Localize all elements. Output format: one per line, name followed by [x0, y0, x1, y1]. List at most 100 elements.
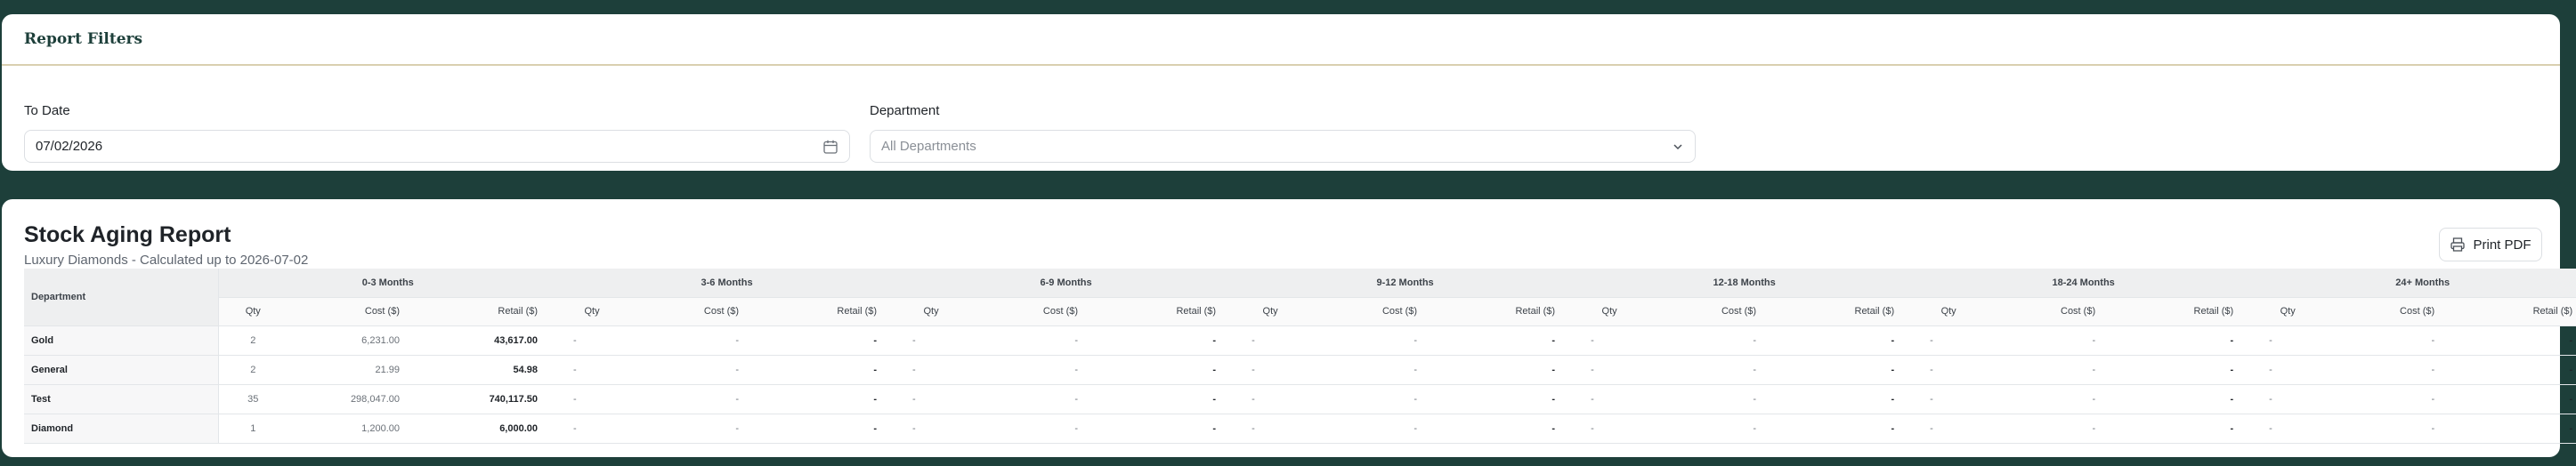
retail-column-header: Retail ($) [1776, 297, 1915, 326]
qty-column-header: Qty [896, 297, 967, 326]
retail-cell: 54.98 [419, 355, 558, 385]
retail-empty-cell: - [758, 355, 897, 385]
cost-empty-cell: - [2322, 355, 2455, 385]
cost-empty-cell: - [1644, 384, 1777, 414]
table-row: Gold 2 6,231.00 43,617.00- - - - - - - - - - - - - - - - - - [24, 325, 2576, 356]
cost-column-header: Cost ($) [2322, 297, 2455, 326]
cost-empty-cell: - [966, 325, 1098, 356]
cost-empty-cell: - [1644, 414, 1777, 444]
to-date-input[interactable]: 07/02/2026 [24, 130, 850, 163]
cost-empty-cell: - [627, 414, 759, 444]
qty-column-header: Qty [1914, 297, 1984, 326]
cost-empty-cell: - [1305, 355, 1438, 385]
qty-empty-cell: - [557, 355, 628, 385]
qty-cell: 2 [218, 325, 288, 356]
print-pdf-button[interactable]: Print PDF [2439, 228, 2542, 261]
qty-cell: 2 [218, 355, 288, 385]
qty-empty-cell: - [2253, 384, 2323, 414]
report-filters-card: Report Filters To Date 07/02/2026 Depart… [2, 14, 2560, 171]
retail-column-header: Retail ($) [419, 297, 558, 326]
bucket-header: 12-18 Months [1575, 269, 1915, 298]
filters-title: Report Filters [24, 30, 143, 48]
cost-cell: 21.99 [288, 355, 419, 385]
department-select-value: All Departments [881, 139, 976, 154]
cost-column-header: Cost ($) [1644, 297, 1777, 326]
retail-empty-cell: - [758, 414, 897, 444]
cost-empty-cell: - [966, 414, 1098, 444]
sub-header-row: Qty Cost ($) Retail ($) Qty Cost ($) Retail (… [24, 297, 2576, 326]
retail-cell: 6,000.00 [419, 414, 558, 444]
table-row: Diamond 1 1,200.00 6,000.00- - - - - - - - - - - - - - - -… [24, 414, 2576, 444]
qty-empty-cell: - [1914, 325, 1984, 356]
qty-empty-cell: - [1235, 325, 1306, 356]
department-select[interactable]: All Departments [870, 130, 1696, 163]
aging-table-body: Gold 2 6,231.00 43,617.00- - - - - - - - - - - - - - - - - -… [24, 325, 2576, 444]
retail-empty-cell: - [1776, 384, 1915, 414]
cost-cell: 1,200.00 [288, 414, 419, 444]
retail-column-header: Retail ($) [1098, 297, 1236, 326]
cost-empty-cell: - [1983, 384, 2116, 414]
retail-empty-cell: - [1776, 325, 1915, 356]
printer-icon [2450, 237, 2466, 252]
cost-empty-cell: - [1305, 384, 1438, 414]
filters-header: Report Filters [2, 14, 2560, 66]
qty-cell: 1 [218, 414, 288, 444]
qty-empty-cell: - [1575, 384, 1645, 414]
bucket-header: 0-3 Months [218, 269, 558, 298]
retail-empty-cell: - [2115, 355, 2254, 385]
cost-empty-cell: - [1983, 355, 2116, 385]
department-field: Department All Departments [870, 103, 1696, 163]
department-cell: Diamond [24, 414, 219, 444]
cost-empty-cell: - [2322, 325, 2455, 356]
stock-aging-report-card: Stock Aging Report Luxury Diamonds - Cal… [2, 199, 2576, 457]
retail-column-header: Retail ($) [1437, 297, 1576, 326]
retail-empty-cell: - [1776, 355, 1915, 385]
table-row: General 2 21.99 54.98- - - - - - - - - - - - - - - - - - [24, 355, 2576, 385]
qty-empty-cell: - [1914, 384, 1984, 414]
cost-empty-cell: - [966, 355, 1098, 385]
qty-empty-cell: - [896, 384, 967, 414]
retail-empty-cell: - [1098, 355, 1236, 385]
qty-column-header: Qty [1575, 297, 1645, 326]
retail-empty-cell: - [2115, 384, 2254, 414]
qty-empty-cell: - [1914, 355, 1984, 385]
qty-column-header: Qty [2253, 297, 2323, 326]
department-cell: General [24, 355, 219, 385]
qty-cell: 35 [218, 384, 288, 414]
qty-column-header: Qty [557, 297, 628, 326]
to-date-field: To Date 07/02/2026 [24, 103, 850, 163]
department-label: Department [870, 103, 940, 118]
retail-empty-cell: - [1437, 355, 1576, 385]
department-column-header: Department [24, 269, 219, 326]
calendar-icon[interactable] [822, 139, 838, 155]
table-row: Test 35 298,047.00 740,117.50- - - - - - - - - - - - - -… [24, 384, 2576, 414]
bucket-header: 6-9 Months [896, 269, 1236, 298]
retail-empty-cell: - [2115, 325, 2254, 356]
qty-empty-cell: - [896, 325, 967, 356]
retail-column-header: Retail ($) [2115, 297, 2254, 326]
retail-empty-cell: - [1437, 325, 1576, 356]
cost-empty-cell: - [627, 325, 759, 356]
retail-empty-cell: - [2454, 414, 2576, 444]
retail-empty-cell: - [758, 325, 897, 356]
qty-empty-cell: - [2253, 325, 2323, 356]
bucket-header-row: Department 0-3 Months 3-6 Months 6-9 Month… [24, 269, 2576, 326]
retail-empty-cell: - [1776, 414, 1915, 444]
retail-cell: 43,617.00 [419, 325, 558, 356]
stock-aging-table: Department 0-3 Months 3-6 Months 6-9 Month… [24, 269, 2576, 444]
cost-column-header: Cost ($) [288, 297, 419, 326]
qty-empty-cell: - [1575, 414, 1645, 444]
to-date-label: To Date [24, 103, 70, 118]
cost-empty-cell: - [1305, 325, 1438, 356]
cost-cell: 6,231.00 [288, 325, 419, 356]
qty-empty-cell: - [2253, 355, 2323, 385]
qty-empty-cell: - [2253, 414, 2323, 444]
retail-empty-cell: - [2454, 355, 2576, 385]
qty-empty-cell: - [1914, 414, 1984, 444]
report-title: Stock Aging Report [24, 222, 231, 247]
bucket-header: 24+ Months [2253, 269, 2576, 298]
retail-empty-cell: - [1098, 384, 1236, 414]
retail-column-header: Retail ($) [2454, 297, 2576, 326]
cost-empty-cell: - [1305, 414, 1438, 444]
qty-empty-cell: - [1235, 384, 1306, 414]
